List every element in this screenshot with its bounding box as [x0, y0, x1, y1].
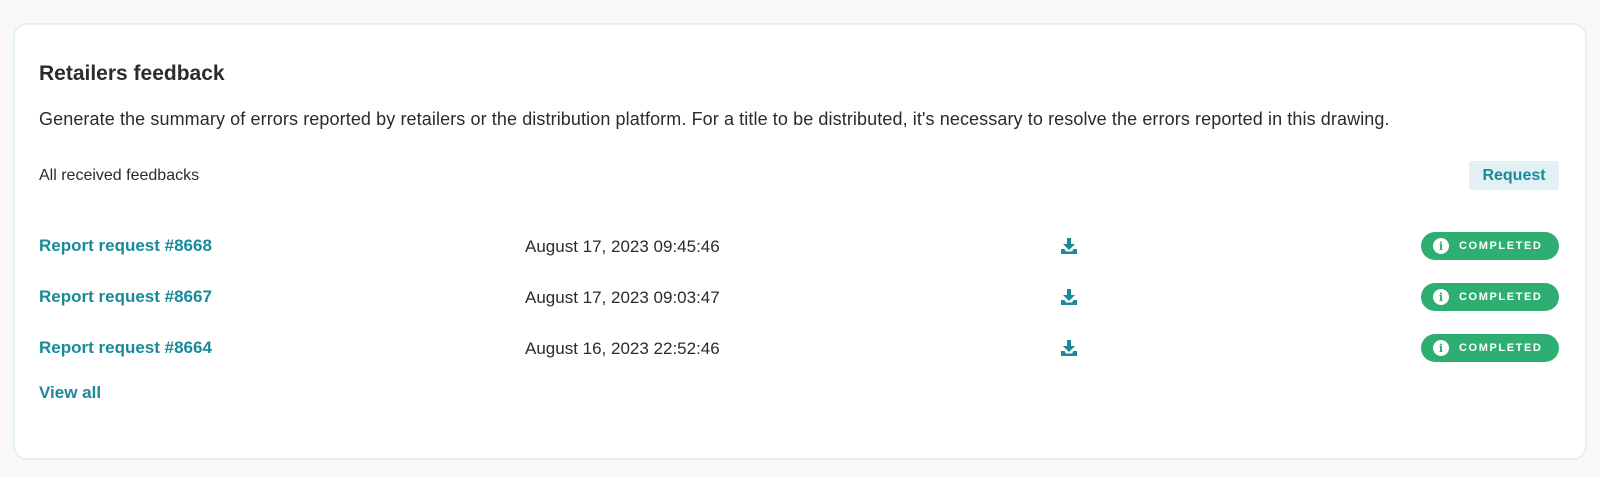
status-badge: i COMPLETED	[1421, 283, 1559, 311]
status-text: COMPLETED	[1459, 240, 1543, 252]
info-icon: i	[1433, 289, 1449, 305]
report-row: Report request #8667 August 17, 2023 09:…	[39, 282, 1559, 312]
view-all-link[interactable]: View all	[39, 383, 101, 403]
report-link[interactable]: Report request #8668	[39, 236, 212, 256]
download-icon[interactable]	[1057, 336, 1081, 360]
status-text: COMPLETED	[1459, 342, 1543, 354]
download-icon[interactable]	[1057, 234, 1081, 258]
report-date: August 16, 2023 22:52:46	[525, 339, 720, 358]
section-label: All received feedbacks	[39, 167, 200, 184]
report-date: August 17, 2023 09:03:47	[525, 288, 720, 307]
status-badge: i COMPLETED	[1421, 334, 1559, 362]
retailers-feedback-card: Retailers feedback Generate the summary …	[13, 23, 1587, 460]
report-link[interactable]: Report request #8667	[39, 287, 212, 307]
card-title: Retailers feedback	[39, 62, 225, 85]
report-date: August 17, 2023 09:45:46	[525, 237, 720, 256]
status-text: COMPLETED	[1459, 291, 1543, 303]
report-row: Report request #8664 August 16, 2023 22:…	[39, 333, 1559, 363]
info-icon: i	[1433, 340, 1449, 356]
request-button[interactable]: Request	[1469, 161, 1559, 190]
report-link[interactable]: Report request #8664	[39, 338, 212, 358]
status-badge: i COMPLETED	[1421, 232, 1559, 260]
report-row: Report request #8668 August 17, 2023 09:…	[39, 231, 1559, 261]
download-icon[interactable]	[1057, 285, 1081, 309]
info-icon: i	[1433, 238, 1449, 254]
card-description: Generate the summary of errors reported …	[39, 109, 1390, 129]
